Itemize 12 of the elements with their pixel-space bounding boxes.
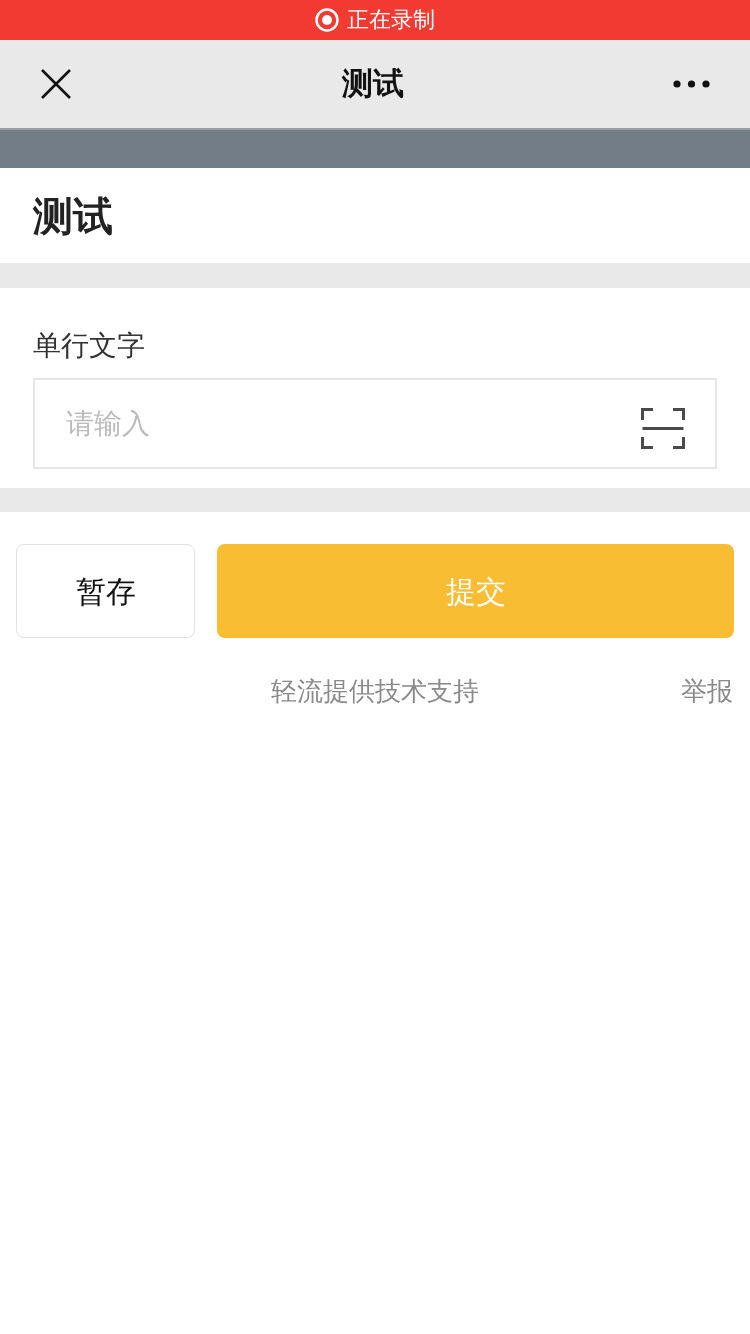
recording-label: 正在录制 [347,9,435,31]
record-icon [315,8,339,32]
report-link[interactable]: 举报 [681,672,733,711]
field-label: 单行文字 [33,329,146,363]
more-icon[interactable] [673,80,710,88]
save-draft-button[interactable]: 暂存 [16,544,195,638]
form-title: 测试 [33,192,113,240]
scan-icon[interactable] [641,408,685,449]
nav-title: 测试 [341,64,404,103]
close-icon[interactable] [40,68,72,100]
credit-text: 轻流提供技术支持 [271,675,479,708]
input-field[interactable]: 请输入 [33,378,717,469]
